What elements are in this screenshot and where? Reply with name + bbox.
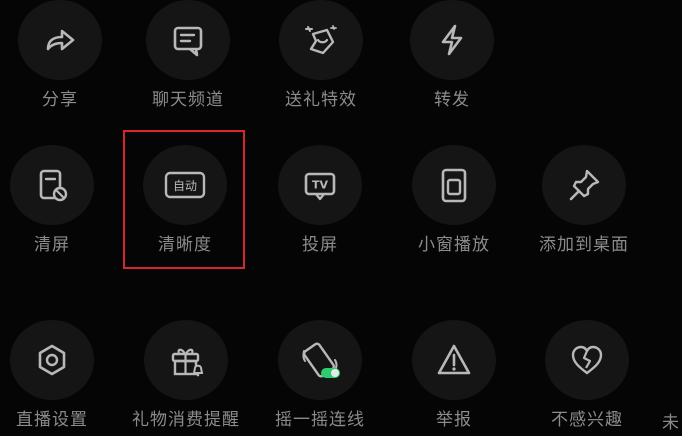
- not-interested-icon: [571, 345, 603, 375]
- partial-edge-label: 未: [662, 413, 679, 433]
- share-icon: [46, 29, 75, 51]
- cast-screen-item[interactable]: TV 投屏: [268, 145, 372, 255]
- chat-channel-label: 聊天频道: [152, 90, 224, 110]
- gift-reminder-label: 礼物消费提醒: [132, 410, 240, 430]
- gift-reminder-icon: [171, 348, 204, 377]
- clear-screen-label: 清屏: [34, 235, 70, 255]
- share-item[interactable]: 分享: [8, 0, 112, 110]
- pin-button[interactable]: [542, 145, 626, 225]
- share-label: 分享: [42, 90, 78, 110]
- shake-connect-item[interactable]: 摇一摇连线: [268, 320, 372, 430]
- pin-item[interactable]: 添加到桌面: [532, 145, 636, 255]
- cast-screen-label: 投屏: [302, 235, 338, 255]
- forward-item[interactable]: 转发: [400, 0, 504, 110]
- live-settings-button[interactable]: [10, 320, 94, 400]
- mini-window-label: 小窗播放: [418, 235, 490, 255]
- chat-channel-button[interactable]: [146, 0, 230, 80]
- gift-effects-item[interactable]: 送礼特效: [269, 0, 373, 110]
- forward-button[interactable]: [410, 0, 494, 80]
- not-interested-label: 不感兴趣: [551, 410, 623, 430]
- live-more-panel: 分享 聊天频道 送礼特效 转发 清屏 自动 清晰度 TV 投屏 小窗播放 添加到…: [0, 0, 682, 436]
- shake-connect-icon: [302, 342, 340, 378]
- gift-reminder-button[interactable]: [144, 320, 228, 400]
- not-interested-button[interactable]: [545, 320, 629, 400]
- gift-effects-button[interactable]: [279, 0, 363, 80]
- gift-effects-icon: [305, 25, 337, 55]
- mini-window-button[interactable]: [412, 145, 496, 225]
- gift-effects-label: 送礼特效: [285, 90, 357, 110]
- chat-channel-item[interactable]: 聊天频道: [136, 0, 240, 110]
- chat-channel-icon: [173, 26, 203, 57]
- settings-icon: [38, 344, 66, 376]
- share-button[interactable]: [18, 0, 102, 80]
- report-icon: [437, 344, 471, 375]
- report-label: 举报: [436, 410, 472, 430]
- clear-screen-item[interactable]: 清屏: [0, 145, 104, 255]
- mini-window-item[interactable]: 小窗播放: [402, 145, 506, 255]
- cast-screen-badge-text: TV: [312, 179, 329, 192]
- forward-icon: [441, 24, 463, 56]
- clear-screen-button[interactable]: [10, 145, 94, 225]
- shake-connect-button[interactable]: [278, 320, 362, 400]
- gift-reminder-item[interactable]: 礼物消费提醒: [132, 320, 240, 430]
- clear-screen-icon: [39, 169, 68, 202]
- quality-highlight-box: [123, 130, 245, 269]
- cast-screen-button[interactable]: TV: [278, 145, 362, 225]
- pin-label: 添加到桌面: [539, 235, 629, 255]
- report-button[interactable]: [412, 320, 496, 400]
- mini-window-icon: [441, 168, 467, 203]
- live-settings-label: 直播设置: [16, 410, 88, 430]
- pin-icon: [569, 169, 600, 201]
- forward-label: 转发: [434, 90, 470, 110]
- report-item[interactable]: 举报: [402, 320, 506, 430]
- live-settings-item[interactable]: 直播设置: [0, 320, 104, 430]
- shake-connect-label: 摇一摇连线: [275, 410, 365, 430]
- cast-screen-icon: TV: [304, 172, 336, 201]
- not-interested-item[interactable]: 不感兴趣: [535, 320, 639, 430]
